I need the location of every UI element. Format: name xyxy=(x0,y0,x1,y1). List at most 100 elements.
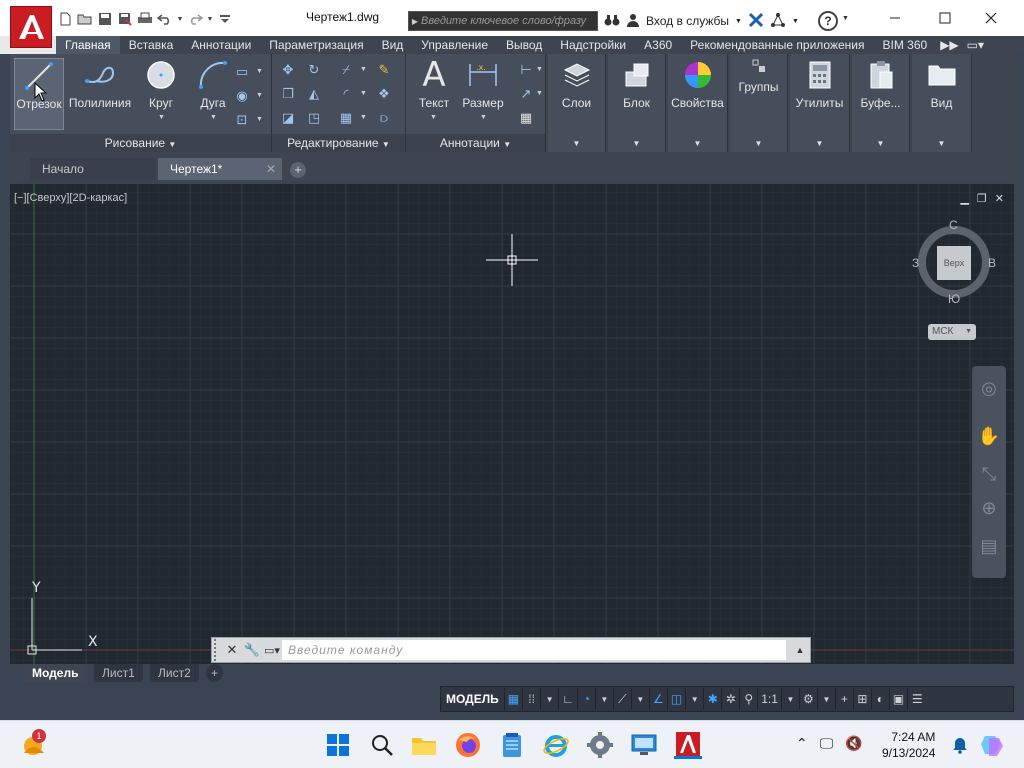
close-button[interactable] xyxy=(976,6,1006,30)
text-tool-button[interactable]: A Текст ▼ xyxy=(410,55,458,130)
firefox-icon[interactable] xyxy=(454,731,482,759)
more-tabs-icon[interactable]: ▶▶ xyxy=(936,36,962,54)
leader-icon[interactable]: ↗ xyxy=(518,86,534,102)
viewport-minimize-icon[interactable]: ▁ xyxy=(960,192,968,205)
tab-annotate[interactable]: Аннотации xyxy=(182,36,260,54)
remote-desktop-icon[interactable] xyxy=(630,731,658,759)
showmotion-icon[interactable]: ▤ xyxy=(977,534,1001,558)
draw-panel-title[interactable]: Рисование ▼ xyxy=(10,134,271,152)
pan-hand-icon[interactable]: ✋ xyxy=(977,424,1001,448)
clean-screen-icon[interactable]: ▣ xyxy=(890,688,909,710)
internet-explorer-icon[interactable] xyxy=(542,731,570,759)
search-input[interactable] xyxy=(421,15,591,27)
compass-west[interactable]: З xyxy=(912,256,919,270)
layout-tab-sheet2[interactable]: Лист2 xyxy=(150,664,199,682)
binoculars-icon[interactable] xyxy=(604,13,620,30)
drawing-area[interactable]: [−][Сверху][2D-каркас] ▁ ❐ ✕ Верх С Ю З … xyxy=(10,184,1014,664)
app-menu-button[interactable] xyxy=(10,6,52,48)
notification-bell-icon[interactable] xyxy=(946,731,974,759)
viewport-controls-label[interactable]: [−][Сверху][2D-каркас] xyxy=(14,192,127,204)
add-layout-button[interactable]: + xyxy=(206,664,224,682)
object-snap-icon[interactable]: ◫ xyxy=(668,688,687,710)
exchange-apps-icon[interactable] xyxy=(748,12,764,31)
block-panel-button[interactable]: Блок ▼ xyxy=(608,54,666,152)
clipboard-panel-button[interactable]: Буфе... ▼ xyxy=(852,54,910,152)
rotate-icon[interactable]: ↻ xyxy=(306,62,322,78)
rectangle-dropdown-icon[interactable]: ▼ xyxy=(256,68,263,75)
auto-scale-icon[interactable]: ✲ xyxy=(722,688,741,710)
units-icon[interactable]: ⊞ xyxy=(854,688,872,710)
tab-featured-apps[interactable]: Рекомендованные приложения xyxy=(681,36,873,54)
isodraft-icon[interactable]: ⟋ xyxy=(614,688,632,710)
groups-panel-button[interactable]: Группы ▼ xyxy=(730,54,788,152)
wcs-menu-button[interactable]: МСК ▼ xyxy=(928,324,976,340)
maximize-button[interactable] xyxy=(930,6,960,30)
zoom-extents-icon[interactable]: ⤡ xyxy=(977,462,1001,486)
layout-tab-sheet1[interactable]: Лист1 xyxy=(94,664,143,682)
layers-panel-button[interactable]: Слои ▼ xyxy=(548,54,606,152)
utilities-panel-button[interactable]: Утилиты ▼ xyxy=(790,54,850,152)
viewport-restore-icon[interactable]: ❐ xyxy=(977,192,987,205)
annotation-scale-icon[interactable]: ⚲ xyxy=(740,688,759,710)
search-expand-icon[interactable]: ▶ xyxy=(409,17,421,26)
modify-panel-title[interactable]: Редактирование ▼ xyxy=(272,134,405,152)
modify-panel-expand-icon[interactable]: ▼ xyxy=(382,140,390,149)
help-dropdown-icon[interactable]: ▼ xyxy=(842,15,849,22)
mirror-icon[interactable]: ◭ xyxy=(306,86,322,102)
snap-dropdown-icon[interactable]: ▼ xyxy=(541,688,560,710)
undo-dropdown-icon[interactable]: ▼ xyxy=(176,10,184,28)
circle-tool-button[interactable]: Круг ▼ xyxy=(138,58,184,130)
erase-icon[interactable]: ✎ xyxy=(376,62,392,78)
annotation-scale-value[interactable]: 1:1 xyxy=(758,688,782,710)
new-file-icon[interactable] xyxy=(56,10,74,28)
move-icon[interactable]: ✥ xyxy=(280,62,296,78)
tab-insert[interactable]: Вставка xyxy=(120,36,183,54)
trim-dropdown-icon[interactable]: ▼ xyxy=(360,66,367,73)
customization-menu-icon[interactable]: ☰ xyxy=(908,688,926,710)
search-icon[interactable] xyxy=(368,731,396,759)
polar-tracking-icon[interactable]: ◔ xyxy=(578,688,596,710)
annotation-panel-expand-icon[interactable]: ▼ xyxy=(503,140,511,149)
text-dropdown-icon[interactable]: ▼ xyxy=(430,114,437,121)
command-history-icon[interactable]: ▲ xyxy=(790,645,810,655)
new-tab-button[interactable]: + xyxy=(290,162,306,178)
trim-icon[interactable]: ⌿ xyxy=(338,62,354,78)
settings-gear-icon[interactable] xyxy=(586,731,614,759)
linear-dimension-dropdown-icon[interactable]: ▼ xyxy=(536,66,543,73)
command-line-close-icon[interactable]: ✕ xyxy=(222,642,242,658)
help-icon[interactable]: ? xyxy=(818,11,838,31)
viewport-close-icon[interactable]: ✕ xyxy=(995,192,1004,205)
hatch-icon[interactable]: ◉ xyxy=(234,88,250,104)
isolate-objects-icon[interactable]: ◐ xyxy=(872,688,890,710)
isodraft-dropdown-icon[interactable]: ▼ xyxy=(632,688,650,710)
compass-south[interactable]: Ю xyxy=(948,292,960,306)
drawing-tab[interactable]: Чертеж1* ✕ xyxy=(158,158,282,180)
redo-icon[interactable] xyxy=(186,10,204,28)
dimension-dropdown-icon[interactable]: ▼ xyxy=(480,114,487,121)
snap-mode-icon[interactable]: ⁞⁞ xyxy=(523,688,542,710)
command-line-grip-icon[interactable] xyxy=(214,639,222,661)
properties-dropdown-icon[interactable]: ▼ xyxy=(668,139,727,148)
circle-dropdown-icon[interactable]: ▼ xyxy=(158,114,165,121)
volume-muted-icon[interactable]: 🔇 xyxy=(845,735,862,752)
grid-display-icon[interactable]: ▦ xyxy=(505,688,524,710)
ribbon-minimize-icon[interactable]: ▭▾ xyxy=(963,36,988,54)
tab-a360[interactable]: A360 xyxy=(635,36,681,54)
sign-in-dropdown-icon[interactable]: ▼ xyxy=(735,18,742,25)
command-line-customize-icon[interactable]: 🔧 xyxy=(242,642,262,658)
compass-north[interactable]: С xyxy=(949,218,958,232)
viewcube-top-face[interactable]: Верх xyxy=(937,246,971,280)
polar-dropdown-icon[interactable]: ▼ xyxy=(596,688,614,710)
autocad-taskbar-icon[interactable] xyxy=(674,731,702,759)
hatch-dropdown-icon[interactable]: ▼ xyxy=(256,92,263,99)
stay-connected-dropdown-icon[interactable]: ▼ xyxy=(792,18,799,25)
open-folder-icon[interactable] xyxy=(76,10,94,28)
qat-customize-icon[interactable] xyxy=(216,10,234,28)
start-menu-icon[interactable] xyxy=(324,731,352,759)
view-dropdown-icon[interactable]: ▼ xyxy=(912,139,971,148)
show-hidden-icons-icon[interactable]: ⌃ xyxy=(796,735,808,752)
clipboard-dropdown-icon[interactable]: ▼ xyxy=(852,139,909,148)
tab-bim360[interactable]: BIM 360 xyxy=(874,36,937,54)
user-icon[interactable] xyxy=(626,13,640,30)
clock[interactable]: 7:24 AM 9/13/2024 xyxy=(882,729,935,761)
